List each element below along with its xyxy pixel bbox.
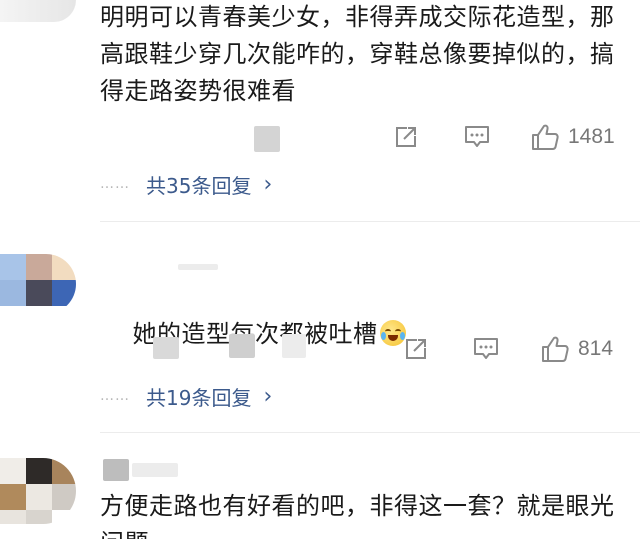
thumbs-up-icon xyxy=(542,336,569,362)
comment-item: 明明可以青春美少女，非得弄成交际花造型，那高跟鞋少穿几次能咋的，穿鞋总像要掉似的… xyxy=(0,0,640,220)
comment-text: 明明可以青春美少女，非得弄成交际花造型，那高跟鞋少穿几次能咋的，穿鞋总像要掉似的… xyxy=(100,3,615,105)
chevron-right-icon: › xyxy=(263,383,273,409)
thumbs-up-icon xyxy=(532,124,559,150)
comment-text: 方便走路也有好看的吧，非得这一套？就是眼光问题 xyxy=(100,492,615,539)
chevron-right-icon: › xyxy=(263,171,273,197)
username-blur xyxy=(0,0,76,22)
like-count: 814 xyxy=(578,337,614,360)
blurred-region xyxy=(153,337,179,359)
blurred-region xyxy=(282,334,306,358)
blurred-region xyxy=(229,334,255,358)
like-count: 1481 xyxy=(568,125,615,148)
username-blur xyxy=(178,264,218,270)
replies-label: 共35条回复 xyxy=(146,173,252,198)
crying-laughing-emoji-icon xyxy=(379,320,406,346)
view-replies-link[interactable]: …… 共19条回复 › xyxy=(100,382,272,410)
ellipsis: …… xyxy=(100,176,130,192)
replies-label: 共19条回复 xyxy=(146,385,252,410)
avatar[interactable] xyxy=(0,254,76,314)
comment-button[interactable] xyxy=(463,122,491,152)
like-button[interactable]: 814 xyxy=(540,334,613,364)
comment-icon xyxy=(465,126,489,147)
username-blur xyxy=(103,459,129,481)
username-blur xyxy=(132,463,178,477)
comment-item: 方便走路也有好看的吧，非得这一套？就是眼光问题 xyxy=(0,433,640,539)
share-button[interactable] xyxy=(403,334,429,364)
like-button[interactable]: 1481 xyxy=(530,122,615,152)
avatar[interactable] xyxy=(0,458,76,524)
ellipsis: …… xyxy=(100,388,130,404)
blurred-region xyxy=(254,126,280,152)
view-replies-link[interactable]: …… 共35条回复 › xyxy=(100,170,272,198)
share-icon xyxy=(396,127,416,147)
comment-button[interactable] xyxy=(472,334,500,364)
comment-icon xyxy=(474,338,498,359)
share-icon xyxy=(406,339,426,359)
share-button[interactable] xyxy=(393,122,419,152)
comment-item: 她的造型每次都被吐槽 814 …… 共19条回复 › xyxy=(0,222,640,444)
